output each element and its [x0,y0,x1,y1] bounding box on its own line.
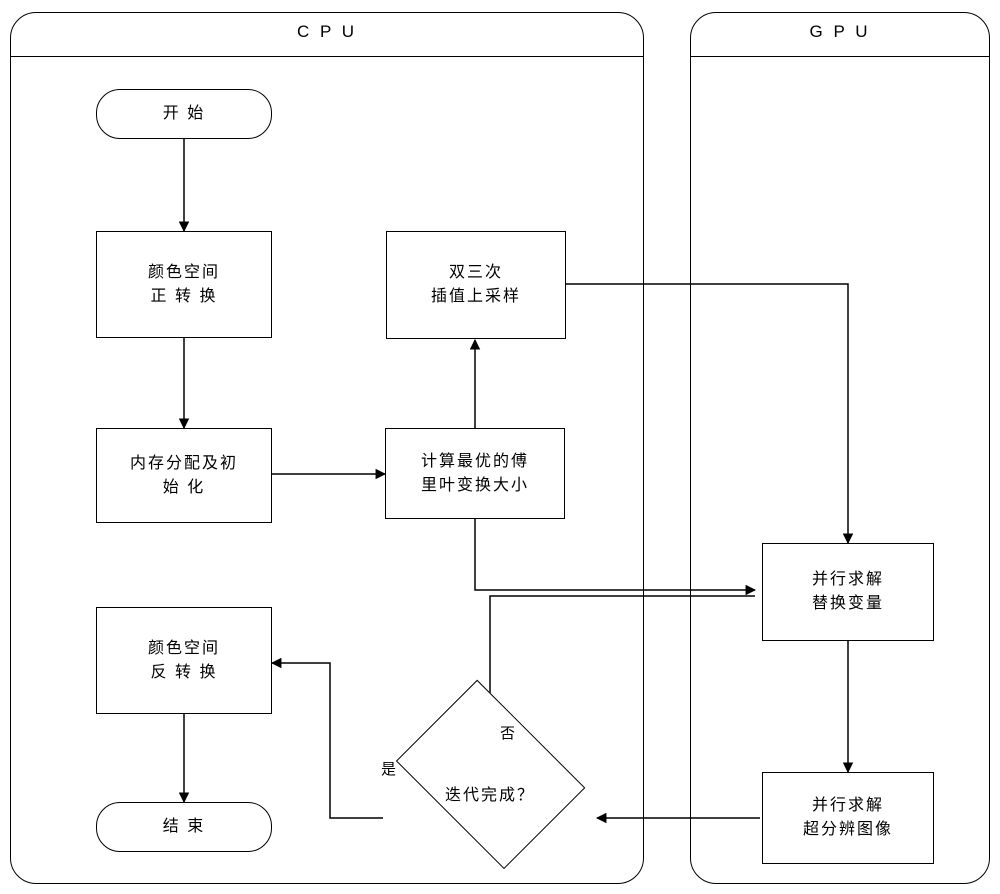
node-optimal-fft-size-line-2: 里叶变换大小 [420,476,529,494]
node-parallel-solve-variable-line-2: 替换变量 [811,595,884,612]
edge-label-no: 否 [500,725,516,742]
node-parallel-solve-variable-line-1: 并行求解 [811,571,884,588]
node-color-space-inverse[interactable]: 颜色空间 反 转 换 [96,607,272,714]
node-memory-allocation-line-1: 内存分配及初 [129,454,238,472]
node-parallel-solve-sr-image-line-1: 并行求解 [811,797,884,814]
node-iteration-complete-decision[interactable]: 迭代完成？ [383,680,597,873]
node-parallel-solve-sr-image-line-2: 超分辨图像 [802,821,893,838]
node-color-space-forward-line-1: 颜色空间 [147,263,220,281]
node-end-line-1: 结 束 [162,818,206,835]
flowchart-canvas: C P U G P U 开 始 颜色空间 正 转 换 内存分配及初 始 化 计算… [0,0,1000,894]
node-color-space-forward[interactable]: 颜色空间 正 转 换 [96,231,272,338]
node-bicubic-upsampling-line-2: 插值上采样 [430,288,521,305]
swimlane-gpu-title: G P U [809,22,871,41]
swimlane-gpu [690,12,990,884]
swimlane-cpu-title: C P U [296,22,358,41]
node-optimal-fft-size[interactable]: 计算最优的傅 里叶变换大小 [385,428,565,519]
node-color-space-forward-line-2: 正 转 换 [150,287,218,305]
node-end[interactable]: 结 束 [96,802,272,852]
node-iteration-complete-label: 迭代完成？ [444,787,535,804]
node-bicubic-upsampling[interactable]: 双三次 插值上采样 [386,231,566,339]
node-color-space-inverse-line-1: 颜色空间 [147,639,220,657]
node-color-space-inverse-line-2: 反 转 换 [150,663,218,681]
node-bicubic-upsampling-line-1: 双三次 [448,264,503,281]
node-parallel-solve-variable[interactable]: 并行求解 替换变量 [762,543,934,641]
node-parallel-solve-sr-image[interactable]: 并行求解 超分辨图像 [762,772,934,864]
swimlane-cpu-divider [10,56,644,57]
node-start-line-1: 开 始 [162,105,206,122]
swimlane-gpu-divider [690,56,990,57]
node-start[interactable]: 开 始 [96,89,272,139]
edge-label-yes: 是 [381,761,397,778]
node-memory-allocation[interactable]: 内存分配及初 始 化 [96,428,272,523]
node-optimal-fft-size-line-1: 计算最优的傅 [420,452,529,470]
node-memory-allocation-line-2: 始 化 [162,478,206,496]
